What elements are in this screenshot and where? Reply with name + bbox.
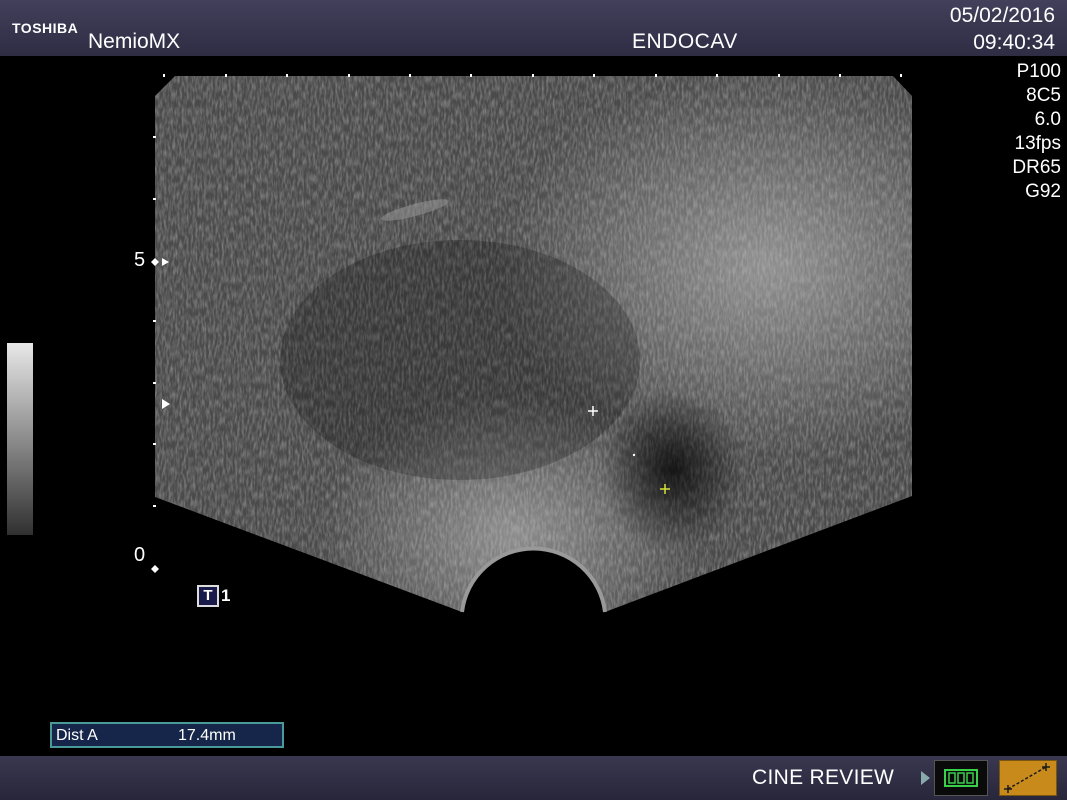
measurement-value: 17.4mm <box>178 727 236 744</box>
arrow-right-icon <box>921 771 930 785</box>
ultrasound-image <box>151 74 912 613</box>
cine-review-button[interactable] <box>934 760 988 796</box>
depth-label-5: 5 <box>134 249 146 271</box>
brand-logo: TOSHIBA <box>12 20 79 36</box>
device-model: NemioMX <box>88 30 181 53</box>
param-frequency: 6.0 <box>1034 109 1061 130</box>
param-dynamic-range: DR65 <box>1012 157 1061 178</box>
param-frame-rate: 13fps <box>1014 133 1061 154</box>
exam-time: 09:40:34 <box>973 31 1055 54</box>
imaging-parameters: P100 8C5 6.0 13fps DR65 G92 <box>1012 60 1061 204</box>
measurement-readout: Dist A 17.4mm <box>50 722 284 748</box>
param-gain: G92 <box>1025 181 1061 202</box>
grayscale-bar <box>7 343 33 535</box>
param-power: P100 <box>1016 61 1061 82</box>
probe-mode: ENDOCAV <box>632 30 738 53</box>
exam-date: 05/02/2016 <box>949 4 1055 27</box>
measurement-label: Dist A <box>56 727 98 744</box>
caliper-measure-icon <box>1004 763 1050 793</box>
tgc-icon: T <box>197 585 219 607</box>
bottom-status-bar: CINE REVIEW <box>0 756 1067 800</box>
cine-review-label: CINE REVIEW <box>752 766 895 789</box>
focus-zone-marker <box>162 399 170 409</box>
tgc-number: 1 <box>221 586 231 605</box>
film-strip-icon <box>944 769 978 787</box>
measure-guide-dot <box>632 453 636 457</box>
depth-label-0: 0 <box>134 544 146 566</box>
top-status-bar: TOSHIBA NemioMX ENDOCAV 05/02/2016 09:40… <box>0 0 1067 56</box>
param-probe: 8C5 <box>1026 85 1061 106</box>
scan-sector <box>155 76 912 612</box>
caliper-button[interactable] <box>999 760 1057 796</box>
